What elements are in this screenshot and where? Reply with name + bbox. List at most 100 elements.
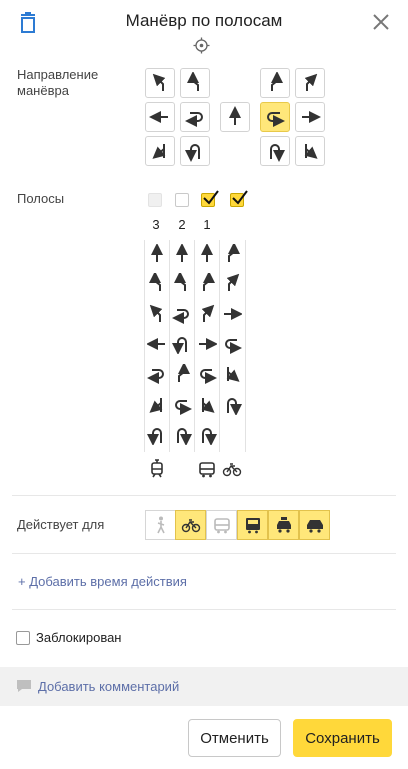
lane-divider (144, 240, 145, 452)
maneuver-slight-left-button[interactable] (145, 68, 175, 98)
lane-new-u-turn-right-option[interactable] (222, 334, 242, 354)
truck-icon (245, 518, 260, 534)
slight-left-arrow-icon (152, 73, 166, 91)
lane-3-straight-option[interactable] (147, 243, 167, 264)
taxi-icon (276, 517, 291, 533)
vehicle-pedestrian-toggle[interactable] (145, 510, 176, 540)
u-turn-left-arrow-icon (147, 369, 164, 384)
sharp-left-arrow-icon (149, 144, 171, 162)
applies-for-label: Действует для (17, 517, 105, 532)
divider (12, 495, 396, 496)
lane-2-turnaround-right-option[interactable] (172, 425, 192, 446)
lanes-label: Полосы (17, 191, 65, 206)
left-arrow-icon (149, 111, 168, 123)
add-comment-link[interactable]: Добавить комментарий (38, 679, 179, 694)
dialog-title: Манёвр по полосам (125, 11, 283, 30)
bicycle-icon (181, 519, 200, 533)
bicycle-icon (222, 459, 242, 479)
lane-1-sharp-right-option[interactable] (197, 395, 217, 415)
maneuver-keep-left-button[interactable] (180, 68, 210, 98)
divider (12, 553, 396, 554)
maneuver-u-turn-left-button[interactable] (180, 102, 210, 132)
tram-icon (147, 459, 167, 479)
straight-arrow-icon (176, 243, 188, 262)
slight-right-arrow-icon (201, 304, 215, 322)
cancel-button[interactable]: Отменить (188, 719, 281, 757)
lane-new-turnaround-right-option[interactable] (222, 395, 242, 416)
keep-left-arrow-icon (174, 271, 186, 291)
bus-icon (197, 459, 217, 479)
keep-left-arrow-icon (149, 271, 161, 291)
u-turn-right-arrow-icon (200, 369, 217, 384)
lane-1-u-turn-right-option[interactable] (197, 364, 217, 384)
maneuver-left-button[interactable] (145, 102, 175, 132)
maneuver-u-turn-right-button[interactable] (260, 102, 290, 132)
sharp-right-arrow-icon (222, 367, 242, 384)
turnaround-left-arrow-icon (172, 337, 187, 355)
lane-1-number: 1 (203, 217, 211, 232)
lane-new-slight-right-option[interactable] (222, 273, 242, 293)
lane-new-sharp-right-option[interactable] (222, 364, 242, 384)
maneuver-turnaround-left-button[interactable] (180, 136, 210, 166)
blocked-checkbox[interactable] (16, 631, 30, 645)
keep-right-arrow-icon (203, 271, 215, 291)
lane-2-straight-option[interactable] (172, 243, 192, 264)
lane-2-u-turn-left-option[interactable] (172, 304, 192, 324)
bus-icon (213, 518, 230, 534)
lane-3-slight-left-option[interactable] (147, 304, 167, 324)
left-arrow-icon (146, 338, 165, 350)
slight-left-arrow-icon (149, 304, 163, 322)
lane-1-keep-right-option[interactable] (197, 271, 217, 293)
crosshair-icon[interactable] (193, 37, 210, 54)
vehicle-bicycle-toggle[interactable] (175, 510, 206, 540)
lane-1-right-option[interactable] (197, 334, 218, 354)
u-turn-left-arrow-icon (185, 112, 203, 127)
close-icon[interactable] (372, 13, 390, 31)
keep-right-arrow-icon (271, 72, 283, 91)
lane-2-u-turn-right-option[interactable] (172, 395, 192, 415)
turnaround-left-arrow-icon (185, 144, 200, 162)
lane-1-straight-option[interactable] (197, 243, 217, 264)
sharp-right-arrow-icon (299, 144, 321, 162)
maneuver-straight-button[interactable] (220, 102, 250, 132)
lane-2-number: 2 (178, 217, 186, 232)
lane-2-keep-right-option[interactable] (172, 362, 192, 384)
blocked-label: Заблокирован (36, 630, 122, 645)
lane-new-checkbox[interactable] (230, 190, 248, 207)
lane-1-turnaround-right-option[interactable] (197, 425, 217, 446)
lane-3-sharp-left-option[interactable] (147, 395, 167, 415)
maneuver-turnaround-right-button[interactable] (260, 136, 290, 166)
lane-1-slight-right-option[interactable] (197, 304, 217, 324)
divider (12, 609, 396, 610)
right-arrow-icon (302, 111, 321, 123)
vehicle-taxi-toggle[interactable] (268, 510, 299, 540)
lane-3-u-turn-left-option[interactable] (147, 364, 167, 384)
right-arrow-icon (224, 308, 243, 320)
lane-2-keep-left-option[interactable] (172, 271, 192, 293)
sharp-right-arrow-icon (197, 398, 217, 415)
maneuver-sharp-left-button[interactable] (145, 136, 175, 166)
add-time-link[interactable]: + Добавить время действия (18, 574, 187, 589)
lane-1-checkbox[interactable] (201, 190, 219, 207)
lane-divider (245, 240, 246, 452)
vehicle-bus-toggle[interactable] (206, 510, 237, 540)
vehicle-truck-toggle[interactable] (237, 510, 268, 540)
vehicle-car-toggle[interactable] (299, 510, 330, 540)
lane-3-left-option[interactable] (146, 334, 167, 354)
lane-3-keep-left-option[interactable] (147, 271, 167, 293)
turnaround-right-arrow-icon (227, 398, 242, 416)
lane-2-checkbox[interactable] (175, 193, 189, 207)
u-turn-right-arrow-icon (267, 112, 285, 127)
maneuver-right-button[interactable] (295, 102, 325, 132)
lane-new-right-option[interactable] (222, 304, 243, 324)
maneuver-sharp-right-button[interactable] (295, 136, 325, 166)
lane-2-turnaround-left-option[interactable] (172, 334, 192, 355)
maneuver-slight-right-button[interactable] (295, 68, 325, 98)
maneuver-keep-right-button[interactable] (260, 68, 290, 98)
right-arrow-icon (199, 338, 218, 350)
lane-3-turnaround-left-option[interactable] (147, 425, 167, 446)
save-button[interactable]: Сохранить (293, 719, 392, 757)
lane-divider (219, 240, 220, 452)
lane-new-keep-right-option[interactable] (222, 242, 242, 264)
lane-3-number: 3 (152, 217, 160, 232)
